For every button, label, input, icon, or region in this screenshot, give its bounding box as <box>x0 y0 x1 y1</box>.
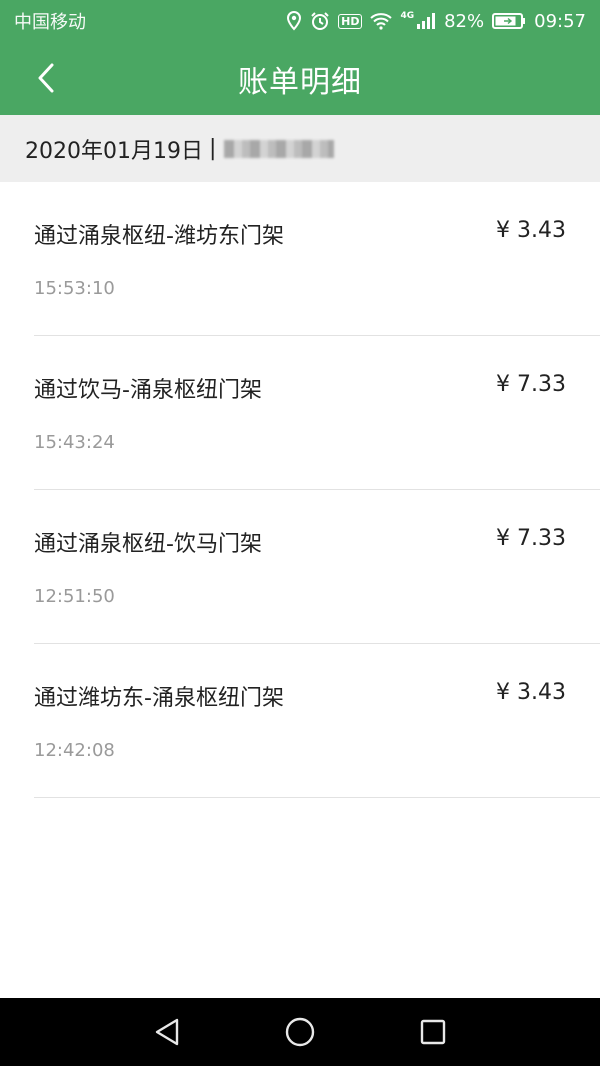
recents-square-icon <box>421 1019 446 1045</box>
system-nav-bar <box>0 998 600 1066</box>
network-type: 4G <box>400 11 415 21</box>
bill-item[interactable]: 通过涌泉枢纽-饮马门架 ¥ 7.33 12:51:50 <box>34 490 600 644</box>
nav-recents-button[interactable] <box>411 1010 455 1054</box>
bill-time: 15:53:10 <box>34 278 115 299</box>
clock-time: 09:57 <box>534 10 586 32</box>
bill-amount: ¥ 7.33 <box>496 526 566 551</box>
bill-date: 2020年01月19日 <box>25 138 203 164</box>
battery-icon <box>492 12 526 30</box>
bill-amount: ¥ 7.33 <box>496 372 566 397</box>
app-header: 账单明细 <box>0 42 600 115</box>
home-circle-icon <box>285 1017 315 1047</box>
date-bar: 2020年01月19日 | <box>0 115 600 182</box>
bill-title: 通过涌泉枢纽-饮马门架 <box>34 532 262 557</box>
nav-home-button[interactable] <box>278 1010 322 1054</box>
battery-percent: 82% <box>444 10 485 32</box>
status-bar: 中国移动 HD 4G 82% 09:57 <box>0 0 600 42</box>
chevron-left-icon <box>38 63 54 93</box>
bill-list: 通过涌泉枢纽-潍坊东门架 ¥ 3.43 15:53:10 通过饮马-涌泉枢纽门架… <box>0 182 600 798</box>
nav-back-button[interactable] <box>145 1010 189 1054</box>
bill-time: 12:51:50 <box>34 586 115 607</box>
hd-badge: HD <box>338 13 363 29</box>
bill-title: 通过潍坊东-涌泉枢纽门架 <box>34 686 284 711</box>
bill-title: 通过饮马-涌泉枢纽门架 <box>34 378 262 403</box>
bill-item[interactable]: 通过潍坊东-涌泉枢纽门架 ¥ 3.43 12:42:08 <box>34 644 600 798</box>
bill-item[interactable]: 通过饮马-涌泉枢纽门架 ¥ 7.33 15:43:24 <box>34 336 600 490</box>
bill-time: 12:42:08 <box>34 740 115 761</box>
location-icon <box>286 11 302 31</box>
signal-icon <box>416 12 436 30</box>
carrier-name: 中国移动 <box>14 12 86 33</box>
bill-title: 通过涌泉枢纽-潍坊东门架 <box>34 224 284 249</box>
wifi-icon <box>370 12 393 30</box>
back-triangle-icon <box>155 1018 178 1046</box>
bill-amount: ¥ 3.43 <box>496 218 566 243</box>
bill-time: 15:43:24 <box>34 432 115 453</box>
bill-item[interactable]: 通过涌泉枢纽-潍坊东门架 ¥ 3.43 15:53:10 <box>34 182 600 336</box>
screen: 中国移动 HD 4G 82% 09:57 账单明细 2020年01月19日 | … <box>0 0 600 1066</box>
back-button[interactable] <box>24 56 68 100</box>
redacted-plate-number <box>224 139 335 158</box>
page-title: 账单明细 <box>238 64 362 100</box>
alarm-icon <box>310 11 330 31</box>
date-separator: | <box>208 136 217 161</box>
status-icons: HD 4G 82% 09:57 <box>286 11 586 32</box>
bill-amount: ¥ 3.43 <box>496 680 566 705</box>
